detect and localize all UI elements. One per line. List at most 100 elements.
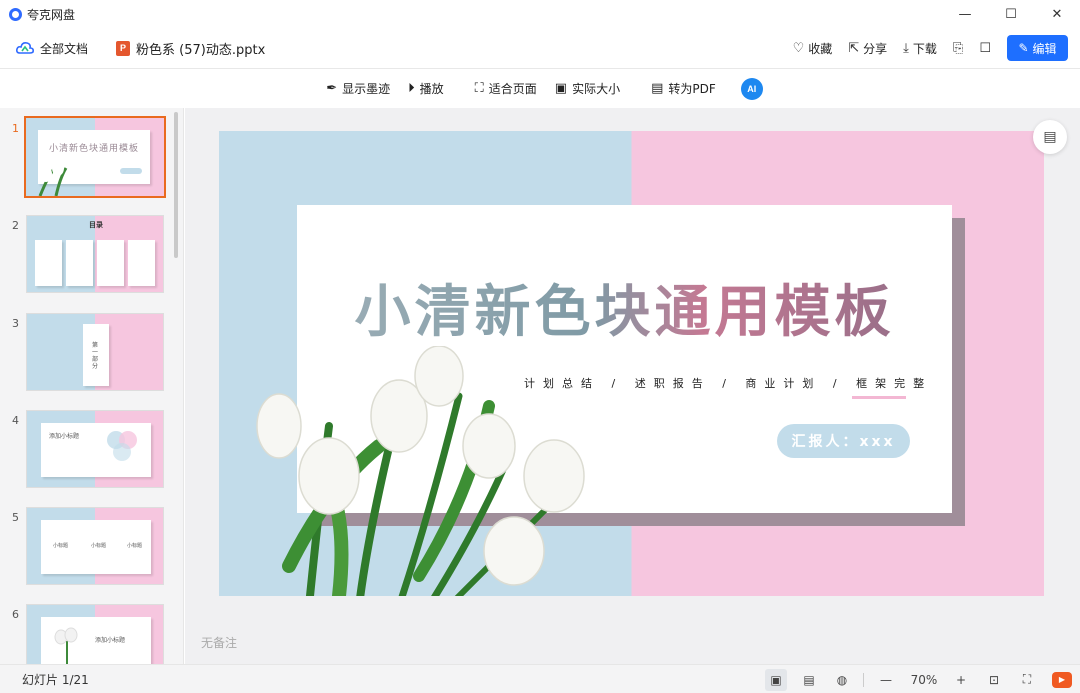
share-icon: ⇱ bbox=[848, 40, 860, 56]
thumb-pill bbox=[120, 168, 142, 174]
thumbnail-row-4[interactable]: 4 添加小标题 bbox=[0, 410, 183, 490]
fit-page-button[interactable]: ⛶ 适合页面 bbox=[475, 80, 537, 97]
file-tab[interactable]: P 粉色系 (57)动态.pptx bbox=[116, 39, 265, 58]
slide-counter: 幻灯片 1/21 bbox=[22, 672, 89, 687]
to-pdf-button[interactable]: ▤ 转为PDF bbox=[651, 80, 716, 97]
slide-tools-button[interactable]: ▤ bbox=[1033, 120, 1067, 154]
slide-list-icon: ▤ bbox=[1043, 129, 1057, 145]
all-docs-button[interactable]: 全部文档 bbox=[16, 40, 88, 57]
thumbnail-row-2[interactable]: 2 目录 bbox=[0, 215, 183, 295]
thumbnail-number: 1 bbox=[12, 122, 19, 135]
fit-window-icon: ⊡ bbox=[988, 672, 1000, 687]
slide-thumbnail-panel: 1 小清新色块通用模板 2 目录 3 第一部分 4 添加小标题 5 小标题 小标… bbox=[0, 108, 184, 664]
tulip-bouquet-image bbox=[256, 346, 585, 596]
show-ink-label: 显示墨迹 bbox=[342, 82, 391, 96]
fit-window-button[interactable]: ⊡ bbox=[983, 669, 1005, 691]
thumb-card: 小标题 小标题 小标题 bbox=[41, 520, 151, 574]
close-button[interactable]: ✕ bbox=[1034, 0, 1080, 28]
thumbnail-slide-3[interactable]: 第一部分 bbox=[26, 313, 164, 391]
app-title: 夸克网盘 bbox=[27, 7, 76, 22]
slideshow-play-button[interactable]: ▶ bbox=[1052, 671, 1072, 688]
feedback-icon: ☐ bbox=[979, 40, 991, 56]
thumbnail-slide-6[interactable]: 添加小标题 bbox=[26, 604, 164, 664]
zoom-out-button[interactable]: — bbox=[875, 669, 897, 691]
window-controls: — ☐ ✕ bbox=[942, 0, 1080, 28]
cloud-icon bbox=[16, 42, 34, 54]
notes-view-icon: ▤ bbox=[803, 672, 815, 687]
share-button[interactable]: ⇱ 分享 bbox=[848, 40, 887, 57]
thumbnail-number: 6 bbox=[12, 608, 19, 621]
maximize-icon: ☐ bbox=[1005, 6, 1017, 22]
thumbnail-scrollbar[interactable] bbox=[174, 112, 178, 258]
thumbnail-slide-1[interactable]: 小清新色块通用模板 bbox=[24, 116, 166, 198]
thumbnail-title: 小标题 bbox=[91, 543, 107, 549]
notes-area[interactable]: 无备注 bbox=[201, 634, 237, 651]
maximize-button[interactable]: ☐ bbox=[988, 0, 1034, 28]
ai-assistant-button[interactable]: AI bbox=[740, 77, 763, 100]
minus-icon: — bbox=[880, 672, 892, 687]
play-circle-icon: ⏵ bbox=[408, 81, 415, 96]
fullscreen-icon: ⛶ bbox=[1022, 672, 1032, 686]
subtitle-underline bbox=[852, 396, 906, 399]
thumbnail-slide-5[interactable]: 小标题 小标题 小标题 bbox=[26, 507, 164, 585]
play-button[interactable]: ⏵ 播放 bbox=[408, 80, 444, 97]
thumbnail-title: 目录 bbox=[89, 221, 103, 229]
web-view-button[interactable]: ◍ bbox=[831, 669, 853, 691]
file-name: 粉色系 (57)动态.pptx bbox=[136, 42, 266, 58]
feedback-button[interactable]: ☐ bbox=[979, 41, 991, 56]
thumbnail-number: 2 bbox=[12, 219, 19, 232]
thumbnail-slide-4[interactable]: 添加小标题 bbox=[26, 410, 164, 488]
slide-canvas: 小清新色块通用模板 计划总结 / 述职报告 / 商业计划 / 框架完整 汇报人：… bbox=[185, 108, 1080, 664]
play-icon: ▶ bbox=[1058, 675, 1066, 684]
thumbnail-title: 第一部分 bbox=[92, 342, 99, 370]
thumbnail-row-1[interactable]: 1 小清新色块通用模板 bbox=[0, 116, 183, 198]
thumb-card bbox=[128, 240, 155, 286]
thumbnail-slide-2[interactable]: 目录 bbox=[26, 215, 164, 293]
minimize-button[interactable]: — bbox=[942, 0, 988, 28]
fit-page-icon: ⛶ bbox=[474, 81, 484, 96]
pencil-icon: ✎ bbox=[1018, 41, 1029, 55]
actual-size-label: 实际大小 bbox=[572, 82, 621, 96]
share-label: 分享 bbox=[863, 41, 888, 56]
actual-size-button[interactable]: ▣ 实际大小 bbox=[555, 80, 620, 97]
document-header: 全部文档 P 粉色系 (57)动态.pptx ♡ 收藏 ⇱ 分享 ⤓ 下载 ⎘ ☐ ✎… bbox=[0, 28, 1080, 68]
download-button[interactable]: ⤓ 下载 bbox=[903, 40, 937, 57]
thumbnail-number: 5 bbox=[12, 511, 19, 524]
tulip-image-thumb bbox=[38, 160, 75, 196]
download-label: 下载 bbox=[912, 41, 937, 56]
favorite-button[interactable]: ♡ 收藏 bbox=[793, 40, 833, 57]
reporter-pill: 汇报人：xxx bbox=[777, 424, 910, 458]
all-docs-label: 全部文档 bbox=[40, 41, 89, 56]
thumb-card bbox=[97, 240, 124, 286]
export-icon: ⎘ bbox=[952, 40, 964, 56]
app-logo-icon bbox=[9, 7, 22, 21]
pdf-icon: ▤ bbox=[651, 81, 664, 96]
status-controls: ▣ ▤ ◍ — 70% + ⊡ ⛶ ▶ bbox=[754, 665, 1072, 693]
save-to-device-button[interactable]: ⎘ bbox=[953, 41, 963, 56]
normal-view-icon: ▣ bbox=[770, 672, 782, 687]
thumb-circle bbox=[113, 443, 131, 461]
show-ink-button[interactable]: ✒ 显示墨迹 bbox=[326, 80, 390, 97]
normal-view-button[interactable]: ▣ bbox=[765, 668, 787, 691]
thumbnail-row-5[interactable]: 5 小标题 小标题 小标题 bbox=[0, 507, 183, 587]
actual-size-icon: ▣ bbox=[554, 81, 568, 96]
header-actions: ♡ 收藏 ⇱ 分享 ⤓ 下载 ⎘ ☐ ✎ 编辑 bbox=[777, 28, 1068, 68]
ink-pen-icon: ✒ bbox=[326, 81, 338, 96]
title-bar: 夸克网盘 — ☐ ✕ bbox=[0, 0, 1080, 28]
current-slide: 小清新色块通用模板 计划总结 / 述职报告 / 商业计划 / 框架完整 汇报人：… bbox=[219, 131, 1044, 596]
heart-icon: ♡ bbox=[792, 40, 805, 56]
thumb-card: 第一部分 bbox=[83, 324, 109, 386]
thumbnail-title: 小标题 bbox=[53, 543, 69, 549]
thumbnail-title: 添加小标题 bbox=[95, 637, 126, 644]
fit-page-label: 适合页面 bbox=[488, 82, 537, 96]
edit-button[interactable]: ✎ 编辑 bbox=[1007, 35, 1068, 61]
thumb-card bbox=[35, 240, 62, 286]
ai-icon: AI bbox=[747, 83, 757, 94]
play-label: 播放 bbox=[419, 82, 444, 96]
zoom-in-button[interactable]: + bbox=[950, 669, 972, 691]
notes-view-button[interactable]: ▤ bbox=[798, 669, 820, 691]
fullscreen-button[interactable]: ⛶ bbox=[1016, 669, 1038, 691]
thumbnail-row-6[interactable]: 6 添加小标题 bbox=[0, 604, 183, 664]
thumbnail-row-3[interactable]: 3 第一部分 bbox=[0, 313, 183, 393]
thumb-card: 添加小标题 bbox=[41, 423, 151, 477]
